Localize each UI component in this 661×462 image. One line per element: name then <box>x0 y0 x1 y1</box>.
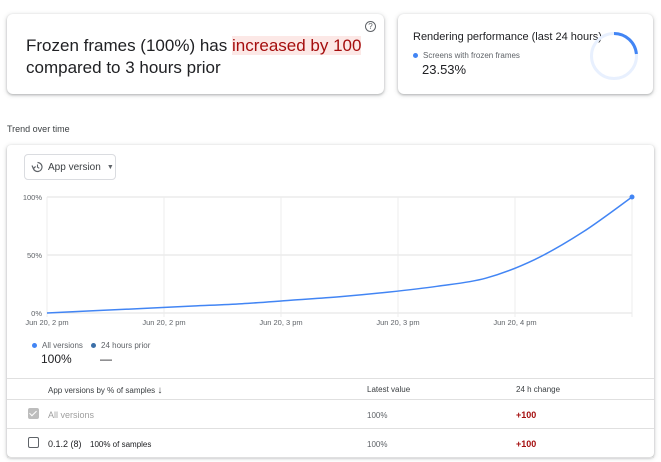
performance-ring <box>590 32 638 80</box>
insight-prefix: Frozen frames (100%) has <box>26 36 232 55</box>
row-name: All versions <box>48 410 95 420</box>
y-tick-label: 50% <box>27 251 42 260</box>
table-row[interactable]: All versions 100% +100 <box>7 400 654 429</box>
x-tick-label: Jun 20, 4 pm <box>493 318 536 327</box>
legend-all-versions[interactable]: All versions <box>32 341 83 350</box>
performance-card: Rendering performance (last 24 hours) Sc… <box>398 14 653 94</box>
row-latest-value: 100% <box>367 411 388 420</box>
y-tick-label: 0% <box>31 309 42 318</box>
legend-all-versions-label: All versions <box>42 341 83 350</box>
legend-24h-prior[interactable]: 24 hours prior <box>91 341 150 350</box>
insight-highlight: increased by 100 <box>231 36 362 55</box>
x-tick-label: Jun 20, 3 pm <box>259 318 302 327</box>
performance-legend: Screens with frozen frames <box>413 51 520 60</box>
x-tick-label: Jun 20, 3 pm <box>376 318 419 327</box>
performance-title: Rendering performance (last 24 hours) <box>413 31 602 43</box>
performance-value: 23.53% <box>422 62 467 77</box>
row-change: +100 <box>516 439 537 449</box>
row-change: +100 <box>516 410 537 420</box>
row-name: 0.1.2 (8) <box>48 439 82 449</box>
insight-suffix: compared to 3 hours prior <box>26 58 221 77</box>
trend-card: App version ▼ 100% 50% 0% Jun 20, 2 pm Jun … <box>7 145 654 458</box>
column-header-latest: Latest value <box>367 385 411 394</box>
column-header-label: App versions by % of samples <box>48 386 156 395</box>
y-tick-label: 100% <box>23 193 43 202</box>
legend-dot-icon <box>413 53 418 58</box>
performance-legend-label: Screens with frozen frames <box>423 51 520 60</box>
x-tick-label: Jun 20, 2 pm <box>142 318 185 327</box>
legend-dot-icon <box>91 343 96 348</box>
table-header: App versions by % of samples ↓ Latest va… <box>7 378 654 400</box>
sort-arrow-icon: ↓ <box>157 385 163 396</box>
row-checkbox[interactable] <box>28 408 39 419</box>
column-header-change: 24 h change <box>516 385 561 394</box>
legend-24h-prior-value: — <box>100 352 112 366</box>
row-checkbox[interactable] <box>28 437 39 448</box>
insight-text: Frozen frames (100%) has increased by 10… <box>26 35 366 79</box>
section-title: Trend over time <box>7 124 70 134</box>
x-tick-label: Jun 20, 2 pm <box>25 318 68 327</box>
legend-dot-icon <box>32 343 37 348</box>
series-end-point <box>629 194 635 200</box>
row-note: 100% of samples <box>90 440 152 449</box>
row-latest-value: 100% <box>367 440 388 449</box>
legend-24h-prior-label: 24 hours prior <box>101 341 151 350</box>
insight-card: Frozen frames (100%) has increased by 10… <box>7 14 384 94</box>
column-header-versions[interactable]: App versions by % of samples ↓ <box>48 385 162 396</box>
help-icon[interactable]: ? <box>365 21 376 32</box>
legend-all-versions-value: 100% <box>41 352 72 366</box>
table-row[interactable]: 0.1.2 (8) 100% of samples 100% +100 <box>7 429 654 458</box>
trend-chart: 100% 50% 0% Jun 20, 2 pm Jun 20, 2 pm Jun 20… <box>23 193 635 327</box>
